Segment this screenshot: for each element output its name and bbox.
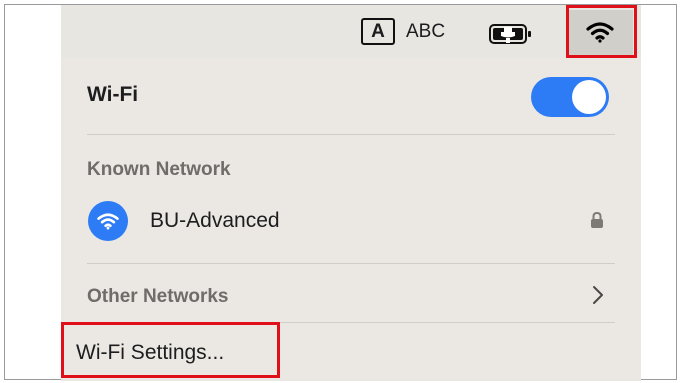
highlight-box-wifi-settings — [61, 322, 280, 378]
lock-icon — [590, 211, 604, 234]
input-source-letter: A — [371, 20, 385, 42]
wifi-toggle[interactable] — [531, 77, 609, 117]
menu-bar: A ABC — [61, 5, 641, 58]
input-source-badge[interactable]: A — [361, 18, 395, 45]
panel-title: Wi-Fi — [87, 83, 139, 106]
toggle-knob — [572, 80, 606, 114]
highlight-box-wifi-icon — [566, 5, 637, 58]
network-name: BU-Advanced — [150, 209, 280, 232]
battery-charging-icon[interactable] — [489, 23, 537, 50]
network-wifi-icon — [88, 201, 128, 241]
other-networks-label: Other Networks — [87, 286, 229, 307]
known-network-heading: Known Network — [87, 159, 231, 180]
divider — [87, 263, 615, 264]
input-source-name[interactable]: ABC — [406, 21, 445, 43]
divider — [87, 134, 615, 135]
chevron-right-icon — [592, 284, 604, 311]
